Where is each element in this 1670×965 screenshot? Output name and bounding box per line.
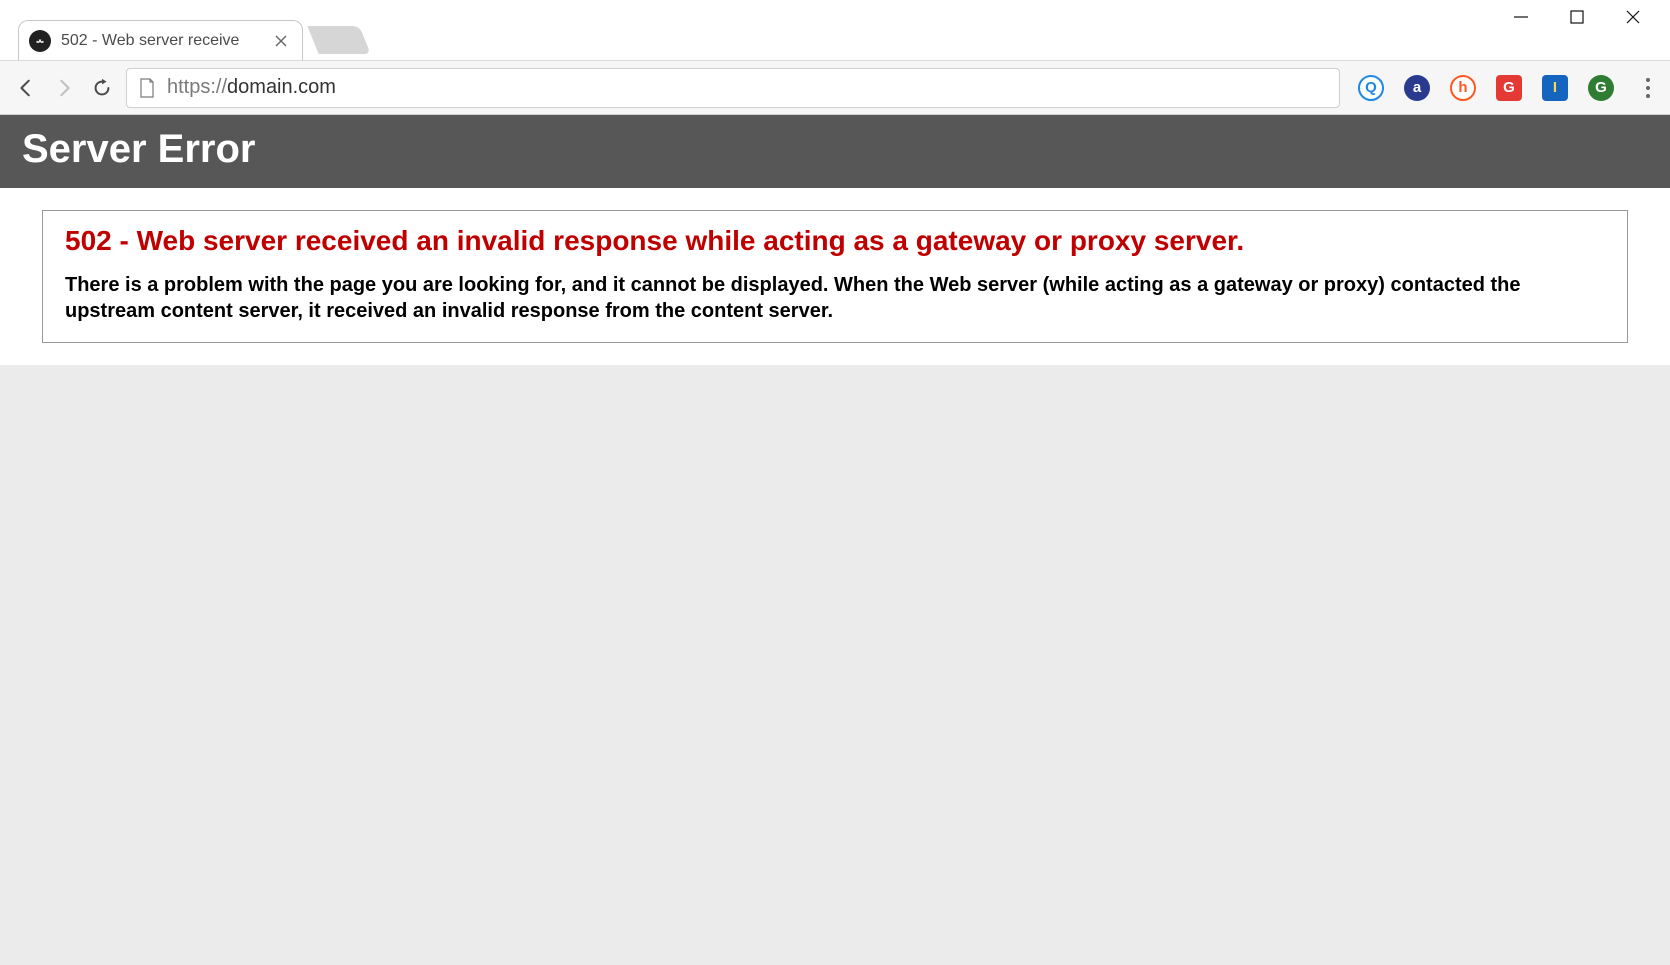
extension-icon-4[interactable]: I	[1542, 75, 1568, 101]
error-heading: 502 - Web server received an invalid res…	[65, 223, 1605, 258]
window-minimize-button[interactable]	[1512, 8, 1530, 26]
browser-menu-button[interactable]	[1638, 78, 1658, 98]
extension-icon-5[interactable]: G	[1588, 75, 1614, 101]
browser-toolbar: https://domain.com QahGIG	[0, 60, 1670, 115]
url-text: https://domain.com	[167, 76, 336, 99]
new-tab-button[interactable]	[307, 26, 370, 54]
tab-strip: 502 - Web server receive	[0, 0, 1670, 60]
browser-tab[interactable]: 502 - Web server receive	[18, 20, 303, 60]
extension-icon-2[interactable]: h	[1450, 75, 1476, 101]
address-bar[interactable]: https://domain.com	[126, 68, 1340, 108]
extension-icon-3[interactable]: G	[1496, 75, 1522, 101]
nav-back-button[interactable]	[12, 74, 40, 102]
banner-title: Server Error	[22, 127, 255, 171]
nav-reload-button[interactable]	[88, 74, 116, 102]
extension-icon-0[interactable]: Q	[1358, 75, 1384, 101]
page-viewport: Server Error 502 - Web server received a…	[0, 115, 1670, 965]
nav-forward-button[interactable]	[50, 74, 78, 102]
window-controls	[1512, 0, 1670, 34]
error-card-wrapper: 502 - Web server received an invalid res…	[0, 188, 1670, 365]
server-error-banner: Server Error	[0, 115, 1670, 188]
tab-title: 502 - Web server receive	[61, 32, 266, 50]
tab-close-button[interactable]	[272, 32, 290, 50]
url-scheme: https://	[167, 76, 227, 98]
error-body: There is a problem with the page you are…	[65, 272, 1605, 324]
tab-favicon-icon	[29, 30, 51, 52]
error-card: 502 - Web server received an invalid res…	[42, 210, 1628, 343]
window-close-button[interactable]	[1624, 8, 1642, 26]
extension-icons: QahGIG	[1350, 75, 1622, 101]
window-maximize-button[interactable]	[1568, 8, 1586, 26]
url-domain: domain.com	[227, 76, 336, 98]
page-info-icon[interactable]	[139, 78, 157, 98]
extension-icon-1[interactable]: a	[1404, 75, 1430, 101]
